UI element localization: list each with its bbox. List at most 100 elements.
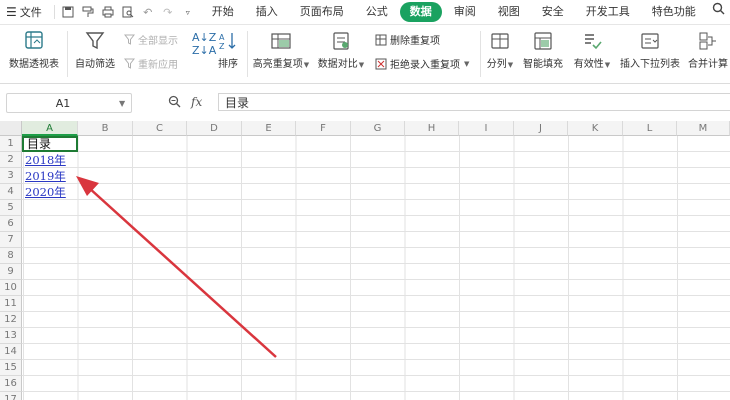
- row-header-8[interactable]: 8: [0, 248, 22, 264]
- formula-input[interactable]: 目录: [218, 93, 730, 111]
- row-header-14[interactable]: 14: [0, 344, 22, 360]
- column-header-e[interactable]: E: [242, 121, 296, 136]
- highlight-duplicates-button[interactable]: 高亮重复项▼: [250, 31, 312, 70]
- name-box[interactable]: A1 ▼: [6, 93, 132, 113]
- print-preview-icon[interactable]: [121, 5, 135, 19]
- split-label: 分列: [486, 59, 507, 70]
- flash-fill-button[interactable]: 智能填充: [520, 31, 566, 70]
- flash-fill-label: 智能填充: [523, 59, 563, 70]
- divider: [247, 31, 248, 77]
- tab-features[interactable]: 特色功能: [642, 2, 706, 22]
- row-header-7[interactable]: 7: [0, 232, 22, 248]
- row-header-15[interactable]: 15: [0, 360, 22, 376]
- column-header-g[interactable]: G: [351, 121, 405, 136]
- validity-icon: [585, 34, 602, 50]
- row-header-1[interactable]: 1: [0, 136, 22, 152]
- data-compare-label: 数据对比: [317, 59, 358, 70]
- insert-dropdown-label: 插入下拉列表: [620, 59, 680, 70]
- formula-bar: A1 ▼ fx 目录: [0, 92, 730, 114]
- autofilter-button[interactable]: 自动筛选: [72, 31, 118, 70]
- text-to-columns-button[interactable]: 分列▼: [484, 31, 516, 70]
- reject-duplicates-label: 拒绝录入重复项: [390, 60, 460, 71]
- row-header-10[interactable]: 10: [0, 280, 22, 296]
- column-header-b[interactable]: B: [78, 121, 133, 136]
- sort-button[interactable]: AZ 排序: [213, 31, 243, 70]
- validity-button[interactable]: 有效性▼: [570, 31, 614, 70]
- cell-a2-link[interactable]: 2018年: [22, 152, 78, 168]
- select-all-corner[interactable]: [0, 121, 22, 136]
- column-header-c[interactable]: C: [133, 121, 187, 136]
- row-header-3[interactable]: 3: [0, 168, 22, 184]
- tab-security[interactable]: 安全: [532, 2, 574, 22]
- remove-duplicates-icon: [375, 34, 387, 45]
- tab-home[interactable]: 开始: [202, 2, 244, 22]
- search-icon[interactable]: [708, 2, 729, 22]
- remove-duplicates-button[interactable]: 删除重复项: [375, 32, 440, 47]
- cell-a3-link[interactable]: 2019年: [22, 168, 78, 184]
- row-header-16[interactable]: 16: [0, 376, 22, 392]
- tab-insert[interactable]: 插入: [246, 2, 288, 22]
- pivot-table-button[interactable]: 数据透视表: [6, 31, 62, 70]
- chevron-down-icon[interactable]: ▼: [119, 99, 131, 108]
- reject-duplicates-button[interactable]: 拒绝录入重复项 ▼: [375, 56, 469, 71]
- row-header-11[interactable]: 11: [0, 296, 22, 312]
- column-header-l[interactable]: L: [623, 121, 677, 136]
- remove-duplicates-label: 删除重复项: [390, 36, 440, 47]
- divider: [67, 31, 68, 77]
- print-icon[interactable]: [101, 5, 115, 19]
- column-header-f[interactable]: F: [296, 121, 351, 136]
- divider: [480, 31, 481, 77]
- undo-icon[interactable]: ↶: [141, 5, 155, 19]
- dropdown-arrow-icon: ▼: [507, 61, 514, 69]
- tab-review[interactable]: 审阅: [444, 2, 486, 22]
- reapply-button[interactable]: 重新应用: [124, 56, 178, 71]
- zoom-search-icon[interactable]: [168, 95, 181, 111]
- formula-tools: fx: [168, 95, 202, 111]
- data-compare-button[interactable]: 数据对比▼: [314, 31, 368, 70]
- tab-page-layout[interactable]: 页面布局: [290, 2, 354, 22]
- ribbon-data: 数据透视表 自动筛选 全部显示 重新应用 A↓Z Z↓A AZ 排序 高亮重复项…: [0, 25, 730, 84]
- tab-developer[interactable]: 开发工具: [576, 2, 640, 22]
- column-header-h[interactable]: H: [405, 121, 459, 136]
- tab-formulas[interactable]: 公式: [356, 2, 398, 22]
- show-all-button[interactable]: 全部显示: [124, 32, 178, 47]
- insert-dropdown-list-button[interactable]: 插入下拉列表: [618, 31, 682, 70]
- menu-bar: ☰ 文件 ↶ ↷ ▿ 开始 插入 页面布局 公式 数据 审阅 视图 安全 开发工…: [0, 0, 730, 25]
- redo-icon[interactable]: ↷: [161, 5, 175, 19]
- pivot-table-icon: [25, 31, 43, 49]
- svg-text:Z: Z: [219, 42, 225, 51]
- consolidate-button[interactable]: 合并计算: [686, 31, 730, 70]
- row-header-17[interactable]: 17: [0, 392, 22, 400]
- row-header-6[interactable]: 6: [0, 216, 22, 232]
- save-icon[interactable]: [61, 5, 75, 19]
- hamburger-icon: ☰: [6, 5, 17, 19]
- row-header-2[interactable]: 2: [0, 152, 22, 168]
- column-header-a[interactable]: A: [22, 121, 78, 136]
- column-header-k[interactable]: K: [568, 121, 623, 136]
- show-all-icon: [124, 34, 135, 45]
- row-header-5[interactable]: 5: [0, 200, 22, 216]
- row-header-13[interactable]: 13: [0, 328, 22, 344]
- dropdown-arrow-icon: ▼: [303, 61, 310, 69]
- tab-view[interactable]: 视图: [488, 2, 530, 22]
- insert-function-icon[interactable]: fx: [191, 95, 202, 111]
- column-header-d[interactable]: D: [187, 121, 242, 136]
- cell-a1[interactable]: 目录: [22, 136, 78, 152]
- file-menu-label: 文件: [19, 6, 42, 19]
- highlight-duplicates-icon: [271, 33, 291, 49]
- column-header-j[interactable]: J: [514, 121, 568, 136]
- row-header-4[interactable]: 4: [0, 184, 22, 200]
- customize-icon[interactable]: ▿: [181, 5, 195, 19]
- format-painter-icon[interactable]: [81, 5, 95, 19]
- column-header-m[interactable]: M: [677, 121, 730, 136]
- row-header-9[interactable]: 9: [0, 264, 22, 280]
- column-header-i[interactable]: I: [459, 121, 514, 136]
- cell-area[interactable]: [22, 136, 730, 400]
- tab-data[interactable]: 数据: [399, 2, 442, 22]
- cell-a4-link[interactable]: 2020年: [22, 184, 78, 200]
- row-header-12[interactable]: 12: [0, 312, 22, 328]
- dropdown-list-icon: [641, 33, 659, 49]
- reapply-icon: [124, 58, 135, 69]
- file-menu[interactable]: ☰ 文件: [0, 0, 48, 24]
- sort-icon: AZ: [219, 33, 236, 51]
